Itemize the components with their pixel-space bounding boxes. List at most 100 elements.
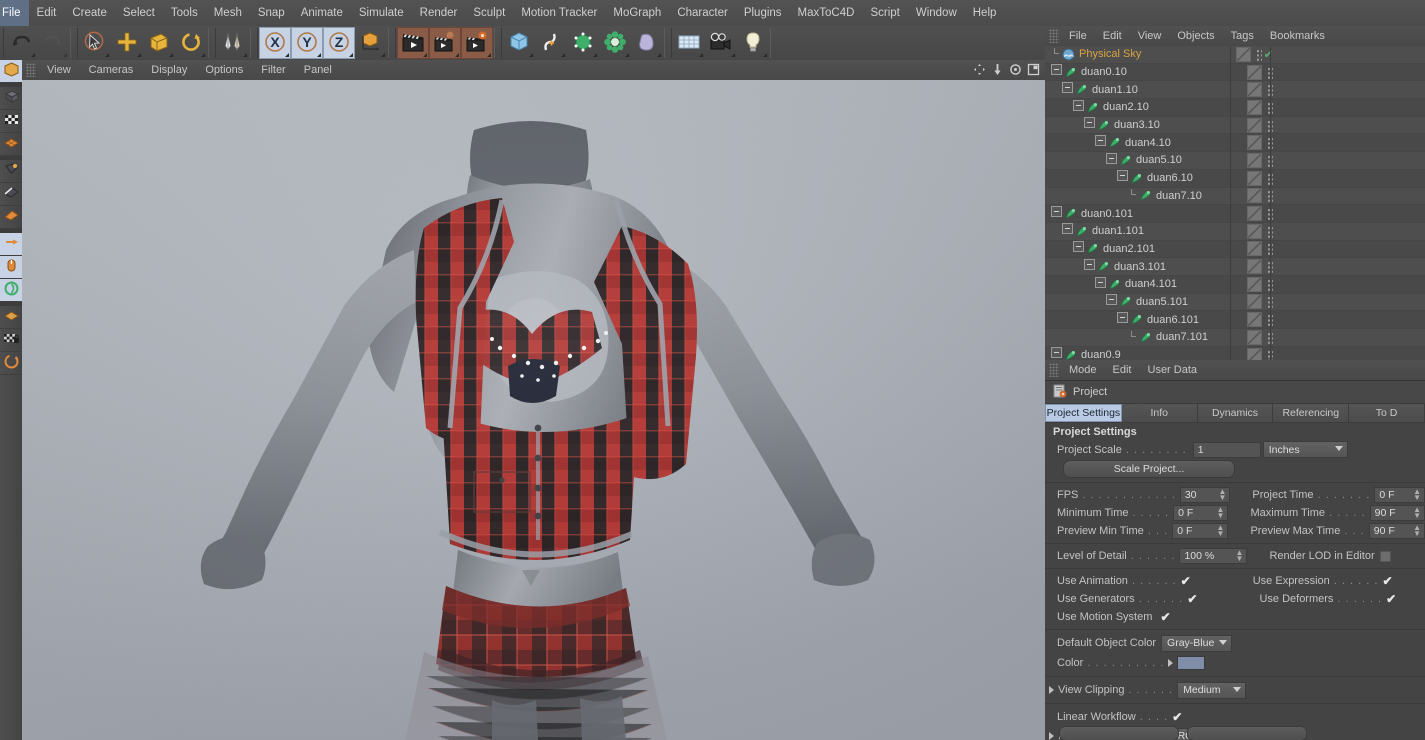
tool-viewport-solo[interactable] — [0, 256, 22, 279]
object-row[interactable]: duan7.10 — [1045, 187, 1425, 206]
render-to-picture-viewer-button[interactable] — [429, 27, 461, 59]
viewport-menu-options[interactable]: Options — [196, 60, 252, 80]
object-row[interactable]: duan1.10 — [1045, 81, 1425, 100]
bottom-button-left[interactable] — [1059, 726, 1179, 740]
dropdown-corner-icon[interactable] — [625, 53, 629, 57]
visibility-toggle-icon[interactable] — [1235, 46, 1251, 62]
expand-collapse-icon[interactable] — [1117, 311, 1128, 323]
tool-polygon-mode[interactable] — [0, 206, 22, 229]
visibility-toggle-icon[interactable] — [1247, 259, 1262, 275]
menu-item-sculpt[interactable]: Sculpt — [465, 0, 513, 26]
visibility-toggle-icon[interactable] — [1247, 188, 1262, 204]
dropdown-corner-icon[interactable] — [169, 53, 173, 57]
object-row[interactable]: duan2.10 — [1045, 99, 1425, 117]
dropdown-corner-icon[interactable] — [657, 53, 661, 57]
viewport-menu-filter[interactable]: Filter — [252, 60, 294, 80]
dropdown-corner-icon[interactable] — [201, 53, 205, 57]
expand-collapse-icon[interactable] — [1095, 135, 1106, 147]
menu-item-animate[interactable]: Animate — [293, 0, 351, 26]
tool-animation-lock[interactable] — [0, 352, 22, 375]
attr-menu-mode[interactable]: Mode — [1061, 360, 1105, 380]
use-generators-checkbox[interactable]: ✔ — [1187, 592, 1197, 606]
dropdown-corner-icon[interactable] — [285, 53, 289, 57]
use-expression-checkbox[interactable]: ✔ — [1383, 574, 1393, 588]
object-row[interactable]: duan6.101 — [1045, 311, 1425, 329]
visibility-toggle-icon[interactable] — [1247, 206, 1262, 222]
tool-texture-lock[interactable] — [0, 329, 22, 352]
object-tree-list[interactable]: Physical Sky ✔ duan0.10 duan1.10 duan2.10 dua… — [1045, 46, 1425, 360]
bottom-button-right[interactable] — [1187, 726, 1307, 740]
object-row[interactable]: duan6.10 — [1045, 169, 1425, 188]
add-floor-button[interactable] — [673, 27, 705, 59]
object-row[interactable]: duan0.9 — [1045, 346, 1425, 360]
dropdown-corner-icon[interactable] — [763, 53, 767, 57]
menu-item-mesh[interactable]: Mesh — [206, 0, 250, 26]
scale-tool[interactable] — [143, 27, 175, 59]
menu-item-help[interactable]: Help — [965, 0, 1005, 26]
visibility-toggle-icon[interactable] — [1247, 223, 1262, 239]
pan-icon[interactable] — [972, 62, 987, 77]
om-menu-file[interactable]: File — [1061, 26, 1095, 46]
use-animation-checkbox[interactable]: ✔ — [1181, 574, 1191, 588]
viewport-menu-cameras[interactable]: Cameras — [80, 60, 143, 80]
dropdown-corner-icon[interactable] — [317, 53, 321, 57]
zoom-icon[interactable] — [990, 62, 1005, 77]
om-menu-bookmarks[interactable]: Bookmarks — [1262, 26, 1333, 46]
attribute-tab-referencing[interactable]: Referencing — [1273, 404, 1350, 422]
project-scale-input[interactable]: 1 — [1192, 441, 1261, 458]
attr-menu-user-data[interactable]: User Data — [1140, 360, 1206, 380]
object-row[interactable]: duan3.10 — [1045, 116, 1425, 135]
object-row[interactable]: duan1.101 — [1045, 222, 1425, 241]
rotate-tool[interactable] — [175, 27, 207, 59]
menu-item-edit[interactable]: Edit — [29, 0, 65, 26]
object-row[interactable]: duan2.101 — [1045, 240, 1425, 259]
undo-button[interactable] — [5, 27, 37, 59]
dropdown-corner-icon[interactable] — [105, 53, 109, 57]
use-deformers-checkbox[interactable]: ✔ — [1386, 592, 1396, 606]
attribute-tab-project-settings[interactable]: Project Settings — [1045, 404, 1122, 422]
om-menu-objects[interactable]: Objects — [1169, 26, 1222, 46]
x-axis-lock-button[interactable]: X — [259, 27, 291, 59]
maximum-time-input[interactable]: 90 F ▲ ▼ — [1369, 505, 1425, 521]
view-clipping-expand-icon[interactable] — [1049, 686, 1054, 694]
z-axis-lock-button[interactable]: Z — [323, 27, 355, 59]
visibility-toggle-icon[interactable] — [1247, 170, 1262, 186]
om-menu-view[interactable]: View — [1130, 26, 1170, 46]
default-object-color-dropdown[interactable]: Gray-Blue — [1161, 634, 1233, 652]
viewport-menu-display[interactable]: Display — [142, 60, 196, 80]
tool-point-mode[interactable] — [0, 160, 22, 183]
color-swatch[interactable] — [1177, 656, 1206, 670]
object-row[interactable]: duan7.101 — [1045, 329, 1425, 347]
layer-dots-icon[interactable] — [1254, 47, 1262, 61]
attr-menu-edit[interactable]: Edit — [1105, 360, 1140, 380]
object-row[interactable]: Physical Sky ✔ — [1045, 46, 1425, 64]
attribute-tab-dynamics[interactable]: Dynamics — [1197, 404, 1274, 422]
menu-item-snap[interactable]: Snap — [250, 0, 293, 26]
attribute-manager-grip-icon[interactable] — [1049, 363, 1059, 377]
view-clipping-dropdown[interactable]: Medium — [1177, 681, 1247, 699]
menu-item-mograph[interactable]: MoGraph — [605, 0, 669, 26]
dropdown-corner-icon[interactable] — [561, 53, 565, 57]
expand-collapse-icon[interactable] — [1106, 152, 1117, 164]
scale-project-button[interactable]: Scale Project... — [1063, 460, 1235, 478]
dropdown-corner-icon[interactable] — [529, 53, 533, 57]
visibility-toggle-icon[interactable] — [1247, 135, 1262, 151]
expand-collapse-icon[interactable] — [1073, 99, 1084, 111]
add-array-button[interactable] — [599, 27, 631, 59]
add-light-button[interactable] — [737, 27, 769, 59]
preview-min-time-input[interactable]: 0 F ▲ ▼ — [1172, 523, 1229, 539]
tool-edge-mode[interactable] — [0, 183, 22, 206]
dropdown-corner-icon[interactable] — [455, 53, 459, 57]
viewport-3d-canvas[interactable]: @www.modmod.cn — [22, 80, 1045, 740]
visibility-toggle-icon[interactable] — [1247, 64, 1262, 80]
move-tool[interactable] — [111, 27, 143, 59]
object-row[interactable]: duan0.101 — [1045, 205, 1425, 223]
om-menu-tags[interactable]: Tags — [1223, 26, 1262, 46]
visibility-toggle-icon[interactable] — [1247, 82, 1262, 98]
visibility-toggle-icon[interactable] — [1247, 117, 1262, 133]
render-view-button[interactable] — [397, 27, 429, 59]
enabled-check-icon[interactable]: ✔ — [1264, 48, 1273, 61]
dropdown-corner-icon[interactable] — [31, 53, 35, 57]
menu-item-file[interactable]: File — [0, 0, 29, 26]
redo-button[interactable] — [37, 27, 69, 59]
